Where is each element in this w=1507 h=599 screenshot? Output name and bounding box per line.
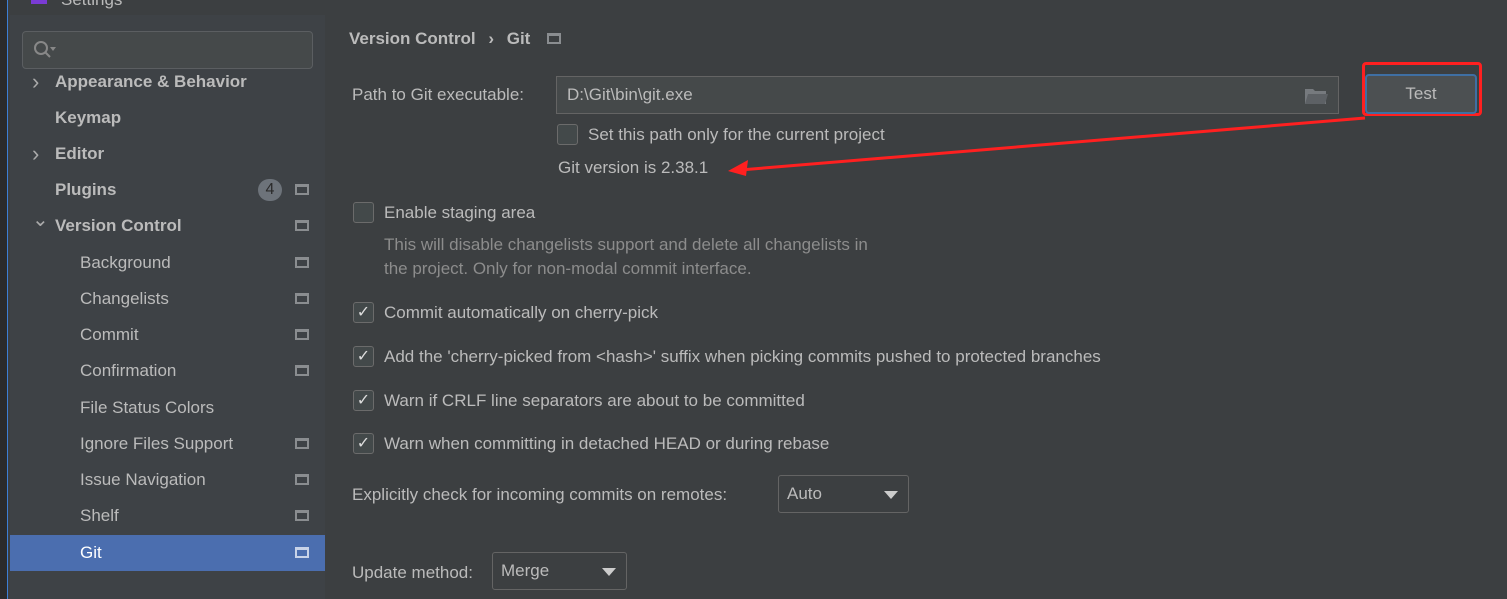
annotation-arrow (728, 116, 1366, 176)
sidebar-item-editor[interactable]: › Editor (10, 136, 325, 172)
option-label: Add the 'cherry-picked from <hash>' suff… (384, 347, 1101, 366)
sidebar-item-label: Plugins (55, 180, 117, 199)
checkmark-icon: ✓ (356, 392, 371, 409)
project-scope-icon (295, 474, 309, 485)
sidebar-item-label: Version Control (55, 216, 182, 235)
sidebar-item-label: Appearance & Behavior (55, 72, 247, 91)
sidebar-item-file-status-colors[interactable]: File Status Colors (10, 390, 325, 426)
option-checkbox[interactable]: ✓ (353, 346, 374, 367)
sidebar-item-label: Shelf (80, 506, 119, 525)
project-scope-icon (295, 257, 309, 268)
chevron-down-icon (602, 568, 616, 576)
staging-checkbox[interactable] (353, 202, 374, 223)
window-title: Settings (61, 0, 122, 10)
sidebar-item-label: Commit (80, 325, 139, 344)
title-bar: Settings (9, 0, 1507, 15)
project-scope-icon (295, 293, 309, 304)
breadcrumb-version-control[interactable]: Version Control (349, 29, 476, 48)
sidebar-item-label: Confirmation (80, 361, 177, 380)
project-scope-icon (295, 438, 309, 449)
sidebar-item-label: Changelists (80, 289, 169, 308)
sidebar-item-issue-navigation[interactable]: Issue Navigation (10, 462, 325, 498)
test-button[interactable]: Test (1365, 74, 1477, 114)
project-scope-icon (295, 220, 309, 231)
incoming-value: Auto (787, 484, 822, 503)
sidebar-item-commit[interactable]: Commit (10, 317, 325, 353)
git-path-value: D:\Git\bin\git.exe (567, 85, 693, 104)
project-scope-icon (295, 547, 309, 558)
git-version-text: Git version is 2.38.1 (558, 158, 709, 177)
sidebar-item-label: Ignore Files Support (80, 434, 234, 453)
git-settings-panel: Version Control › Git Path to Git execut… (325, 15, 1507, 599)
current-project-checkbox[interactable] (557, 124, 578, 145)
option-label: Warn when committing in detached HEAD or… (384, 434, 830, 453)
breadcrumb-separator-icon: › (488, 29, 494, 48)
checkmark-icon: ✓ (356, 304, 371, 321)
project-scope-icon (295, 365, 309, 376)
incoming-label: Explicitly check for incoming commits on… (352, 485, 728, 504)
update-method-dropdown[interactable]: Merge (492, 552, 627, 590)
current-project-label: Set this path only for the current proje… (588, 125, 885, 144)
update-method-value: Merge (501, 561, 550, 580)
sidebar-item-confirmation[interactable]: Confirmation (10, 353, 325, 389)
checkmark-icon: ✓ (356, 348, 371, 365)
sidebar-item-git[interactable]: Git (10, 535, 325, 571)
staging-label: Enable staging area (384, 203, 536, 222)
checkmark-icon: ✓ (356, 435, 371, 452)
incoming-commits-dropdown[interactable]: Auto (778, 475, 909, 513)
staging-description-2: the project. Only for non-modal commit i… (384, 259, 752, 278)
chevron-down-icon[interactable]: ⌄ (32, 202, 49, 238)
option-checkbox[interactable]: ✓ (353, 302, 374, 323)
option-checkbox[interactable]: ✓ (353, 390, 374, 411)
app-icon (31, 0, 47, 4)
option-checkbox[interactable]: ✓ (353, 433, 374, 454)
sidebar-item-ignore-files-support[interactable]: Ignore Files Support (10, 426, 325, 462)
sidebar-item-label: Issue Navigation (80, 470, 206, 489)
chevron-down-icon (884, 491, 898, 499)
sidebar-item-label: Editor (55, 144, 105, 163)
sidebar-item-label: Git (80, 543, 102, 562)
update-count-badge: 4 (258, 179, 282, 201)
sidebar-item-plugins[interactable]: Plugins 4 (10, 172, 325, 208)
sidebar-item-changelists[interactable]: Changelists (10, 281, 325, 317)
git-path-input[interactable]: D:\Git\bin\git.exe (556, 76, 1339, 114)
sidebar-item-shelf[interactable]: Shelf (10, 498, 325, 534)
sidebar-item-label: Keymap (55, 108, 122, 127)
sidebar-item-background[interactable]: Background (10, 245, 325, 281)
project-scope-icon (547, 33, 562, 44)
sidebar-item-appearance-behavior[interactable]: › Appearance & Behavior (10, 64, 325, 100)
search-icon (34, 41, 56, 58)
chevron-right-icon[interactable]: › (32, 136, 39, 172)
update-method-label: Update method: (352, 563, 473, 582)
staging-description-1: This will disable changelists support an… (384, 235, 868, 254)
sidebar-item-label: Background (80, 253, 171, 272)
project-scope-icon (295, 510, 309, 521)
option-label: Warn if CRLF line separators are about t… (384, 391, 805, 410)
option-label: Commit automatically on cherry-pick (384, 303, 658, 322)
chevron-right-icon[interactable]: › (32, 64, 39, 100)
path-label: Path to Git executable: (352, 85, 524, 104)
project-scope-icon (295, 329, 309, 340)
folder-icon[interactable] (1304, 86, 1328, 105)
project-scope-icon (295, 184, 309, 195)
background-editor-strip (0, 0, 8, 599)
sidebar-item-version-control[interactable]: ⌄ Version Control (10, 208, 325, 244)
breadcrumb: Version Control › Git (349, 29, 562, 49)
breadcrumb-git: Git (506, 29, 531, 48)
sidebar-item-keymap[interactable]: Keymap (10, 100, 325, 136)
sidebar-item-label: File Status Colors (80, 398, 215, 417)
sidebar: › Appearance & Behavior Keymap › Editor Plugi… (10, 15, 325, 599)
